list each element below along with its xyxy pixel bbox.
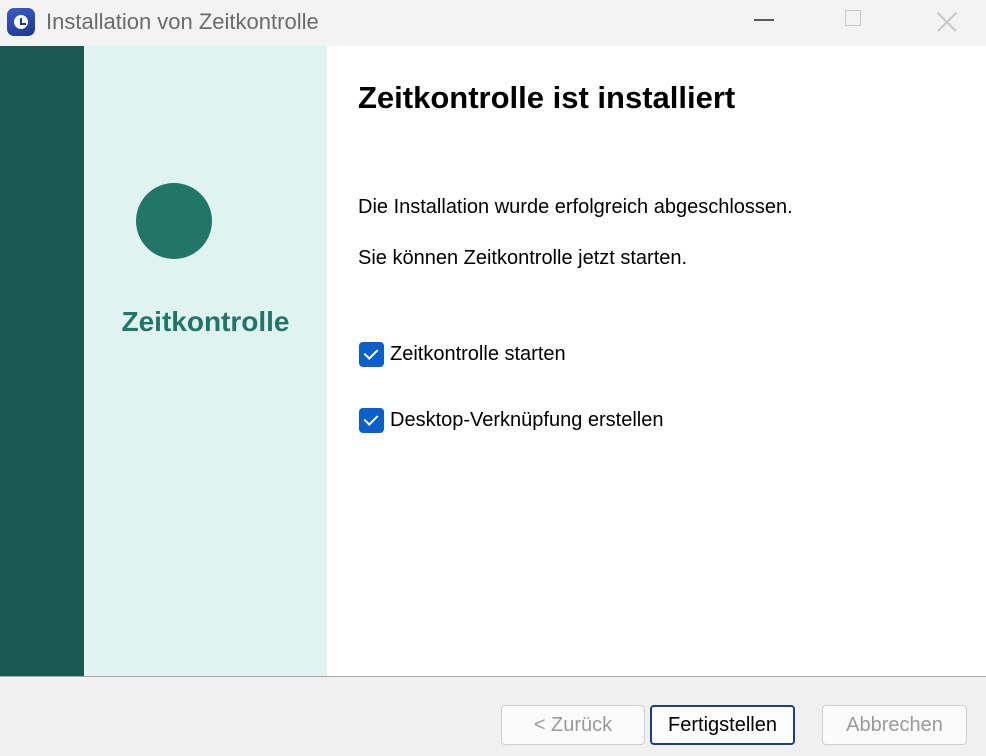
desktop-shortcut-option[interactable]: Desktop-Verknüpfung erstellen [359, 407, 664, 433]
minimize-button[interactable] [742, 0, 788, 46]
product-logo-circle [136, 183, 212, 259]
launch-hint-message: Sie können Zeitkontrolle jetzt starten. [358, 247, 688, 269]
completion-message: Die Installation wurde erfolgreich abges… [358, 196, 793, 218]
product-name: Zeitkontrolle [121, 306, 290, 337]
clock-app-icon [7, 8, 35, 36]
finish-button[interactable]: Fertigstellen [650, 705, 795, 745]
desktop-shortcut-checkbox[interactable] [359, 407, 384, 433]
sidebar-panel [84, 46, 327, 676]
launch-app-checkbox[interactable] [359, 341, 384, 367]
maximize-button[interactable] [832, 0, 878, 46]
launch-app-option[interactable]: Zeitkontrolle starten [359, 341, 566, 367]
close-button[interactable] [924, 0, 970, 46]
cancel-button[interactable]: Abbrechen [822, 705, 967, 745]
sidebar-dark-stripe [0, 46, 84, 676]
window-title: Installation von Zeitkontrolle [46, 9, 319, 34]
desktop-shortcut-label[interactable]: Desktop-Verknüpfung erstellen [390, 409, 664, 432]
back-button[interactable]: < Zurück [501, 705, 645, 745]
title-bar: Installation von Zeitkontrolle [0, 0, 986, 46]
launch-app-label[interactable]: Zeitkontrolle starten [390, 343, 566, 366]
page-title: Zeitkontrolle ist installiert [358, 80, 736, 115]
